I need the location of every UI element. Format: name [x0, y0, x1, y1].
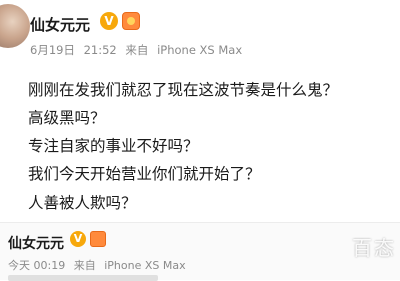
verified-badge-icon: V — [100, 12, 118, 30]
post-text-line: 刚刚在发我们就忍了现在这波节奏是什么鬼？ — [28, 81, 339, 99]
avatar[interactable] — [0, 4, 30, 48]
username[interactable]: 仙女元元 — [30, 14, 90, 35]
post-time: 今天 00:19 — [8, 259, 66, 272]
username[interactable]: 仙女元元 — [8, 233, 64, 253]
truncated-text-line — [8, 275, 158, 281]
post-text-line: 人善被人欺吗？ — [28, 194, 137, 212]
weibo-post: 仙女元元 V 6月19日 21:52 来自 iPhone XS Max 刚刚在发… — [0, 0, 400, 222]
source-label: 来自 — [125, 43, 149, 57]
device-source: iPhone XS Max — [104, 259, 186, 272]
post-text-line: 我们今天开始营业你们就开始了？ — [28, 165, 261, 183]
medal-icon — [90, 231, 106, 247]
post-text-line: 专注自家的事业不好吗？ — [28, 137, 199, 155]
post-text-line: 高级黑吗？ — [28, 109, 106, 127]
post-time: 21:52 — [83, 43, 117, 57]
watermark: 百态 — [352, 236, 396, 260]
medal-icon — [122, 12, 140, 30]
verified-badge-icon: V — [70, 231, 86, 247]
post-meta: 6月19日 21:52 来自 iPhone XS Max — [30, 42, 247, 58]
device-source: iPhone XS Max — [157, 43, 243, 57]
source-label: 来自 — [73, 259, 96, 272]
weibo-post-second: 仙女元元 V 今天 00:19 来自 iPhone XS Max — [0, 223, 400, 281]
post-meta: 今天 00:19 来自 iPhone XS Max — [8, 257, 191, 273]
post-date: 6月19日 — [30, 43, 75, 57]
